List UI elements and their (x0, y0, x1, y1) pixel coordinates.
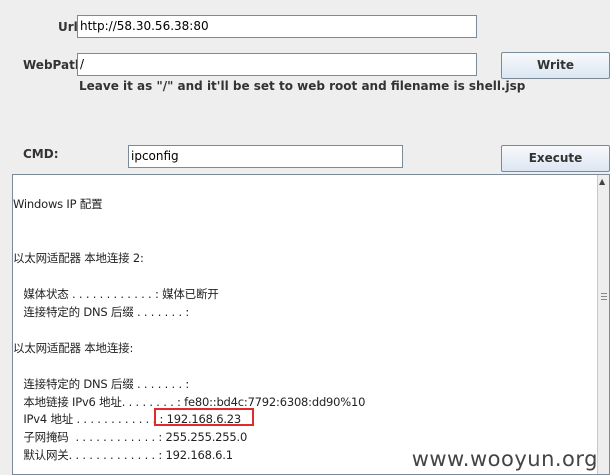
output-line: 以太网适配器 本地连接 2: (13, 251, 144, 265)
output-line: 以太网适配器 本地连接: (13, 341, 134, 355)
output-line: 连接特定的 DNS 后缀 . . . . . . . : (13, 377, 190, 391)
command-output[interactable]: Windows IP 配置 以太网适配器 本地连接 2: 媒体状态 . . . … (12, 174, 610, 475)
cmd-input[interactable]: ipconfig (128, 145, 403, 168)
scrollbar-grip (601, 299, 607, 300)
cmd-label: CMD: (23, 147, 59, 161)
ipv4-highlight-box (154, 408, 254, 426)
output-line: 媒体状态 . . . . . . . . . . . . : 媒体已断开 (13, 287, 219, 301)
output-line: Windows IP 配置 (13, 197, 103, 211)
watermark: www.wooyun.org (411, 447, 598, 471)
scrollbar-grip (601, 293, 607, 294)
url-input[interactable]: http://58.30.56.38:80 (77, 15, 477, 38)
output-scrollbar[interactable]: ▲ (597, 175, 609, 474)
scrollbar-grip (601, 296, 607, 297)
webpath-input[interactable]: / (77, 53, 477, 76)
webpath-hint: Leave it as "/" and it'll be set to web … (79, 79, 526, 93)
scroll-up-icon[interactable]: ▲ (599, 178, 605, 186)
output-line: 子网掩码 . . . . . . . . . . . . : 255.255.2… (13, 430, 248, 444)
execute-button[interactable]: Execute (501, 145, 610, 172)
write-button[interactable]: Write (501, 52, 610, 79)
output-line: 连接特定的 DNS 后缀 . . . . . . . : (13, 305, 190, 319)
output-line: 默认网关. . . . . . . . . . . . . : 192.168.… (13, 448, 233, 462)
